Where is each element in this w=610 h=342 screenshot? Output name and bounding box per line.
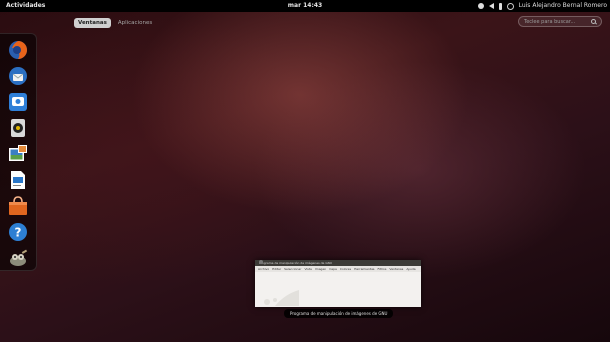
user-menu[interactable]: Luis Alejandro Bernal Romero <box>519 0 607 12</box>
libreoffice-writer-icon <box>11 171 25 189</box>
search-icon <box>591 19 596 24</box>
rhythmbox-icon <box>11 119 25 137</box>
software-center-icon <box>9 196 27 215</box>
svg-text:?: ? <box>15 226 22 240</box>
system-tray: Luis Alejandro Bernal Romero <box>477 0 607 12</box>
window-canvas <box>255 272 421 307</box>
gimp-icon <box>10 249 28 266</box>
help-icon: ? <box>9 223 27 241</box>
gimp-window-thumbnail[interactable]: Programa de manipulación de imágenes de … <box>255 260 421 307</box>
volume-icon[interactable] <box>488 3 494 9</box>
dash-item-software-center[interactable] <box>8 196 28 216</box>
dash-item-gimp[interactable] <box>8 248 28 268</box>
network-icon[interactable] <box>477 3 484 9</box>
dash-item-help[interactable]: ? <box>8 222 28 242</box>
dash-item-rhythmbox[interactable] <box>8 118 28 138</box>
top-bar: Actividades mar 14:43 Luis Alejandro Ber… <box>0 0 610 12</box>
dash-item-firefox[interactable] <box>8 40 28 60</box>
close-icon[interactable] <box>259 260 263 264</box>
dash-item-shotwell[interactable] <box>8 144 28 164</box>
overview-tabs: Ventanas Aplicaciones <box>74 18 156 28</box>
tab-applications[interactable]: Aplicaciones <box>114 18 156 28</box>
gimp-watermark-icon <box>264 290 299 306</box>
dash: ? <box>0 33 37 271</box>
dash-item-empathy[interactable] <box>8 92 28 112</box>
dash-item-libreoffice-writer[interactable] <box>8 170 28 190</box>
empathy-icon <box>9 93 27 111</box>
dash-item-thunderbird[interactable] <box>8 66 28 86</box>
search-box[interactable] <box>518 16 602 27</box>
firefox-icon <box>9 41 27 59</box>
search-input[interactable] <box>524 18 590 26</box>
user-status-icon <box>506 2 514 10</box>
window-caption: Programa de manipulación de imágenes de … <box>284 309 394 318</box>
thunderbird-icon <box>9 67 27 85</box>
shotwell-icon <box>9 145 27 161</box>
tab-windows[interactable]: Ventanas <box>74 18 111 28</box>
battery-icon[interactable] <box>498 2 502 10</box>
